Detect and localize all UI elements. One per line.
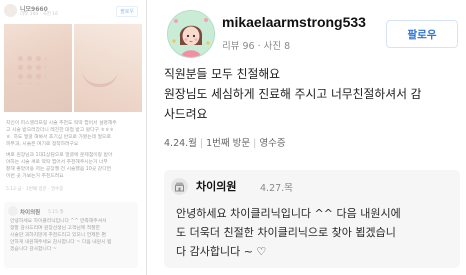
owner-reply-box: 차이의원 5.15.월 안녕하세요 차이클리닉입니다 ^^ 만족해주셔서 정말 … xyxy=(4,202,138,268)
review-text: 벼로 원장님과 1대1상담으로 얼굴에 문제점이랑 받아 야하는 시술 써로 딱… xyxy=(6,153,113,179)
store-icon xyxy=(8,206,18,216)
previous-review-header: 니모9660 리뷰 104 · 사진 16 팔로우 xyxy=(4,4,142,18)
store-icon xyxy=(171,178,188,195)
reply-name[interactable]: 차이의원 xyxy=(196,178,236,194)
review-line: 사드려요 xyxy=(164,107,208,121)
reply-date: 5.15.월 xyxy=(48,210,64,215)
review-photos xyxy=(4,24,142,112)
reply-line: 다 감사합니다 ~ ♡ xyxy=(176,245,267,258)
separator: | xyxy=(253,138,257,149)
avatar-illustration xyxy=(168,11,214,57)
visit-count: 1번째 방문 xyxy=(206,138,251,149)
previous-review-panel: 니모9660 리뷰 104 · 사진 16 팔로우 지인이 피스넬리프링 시술 … xyxy=(0,0,147,275)
reply-name: 차이의원 xyxy=(20,210,41,216)
reply-date: 4.27.목 xyxy=(260,183,293,194)
reviewer-stats: 리뷰 104 · 사진 16 xyxy=(20,12,59,17)
reply-line: 도 더욱더 친절한 차이클리닉으로 찾아 뵙겠습니 xyxy=(176,226,396,239)
reply-line: 안녕하세요 차이클리닉입니다 ^^ 다음 내원시에 xyxy=(176,207,401,220)
review-text: 지인이 피스넬리프링 시술 추천도 딱딱 찝어서 설명해주 고 시술 받으러갔더… xyxy=(6,121,117,147)
visit-date: 4.24.월 xyxy=(164,138,197,149)
store-glyph xyxy=(175,182,184,192)
review-line: 직원분들 모두 친절해요 xyxy=(164,67,281,81)
review-meta: 5.12.금 · 1번째 방문 · 영수증 xyxy=(6,187,64,192)
owner-reply-box: 차이의원 4.27.목 안녕하세요 차이클리닉입니다 ^^ 다음 내원시에 도 … xyxy=(164,170,460,268)
follow-button[interactable]: 팔로우 xyxy=(116,6,138,17)
follow-button[interactable]: 팔로우 xyxy=(386,20,458,48)
review-meta: 4.24.월 | 1번째 방문 | 영수증 xyxy=(164,135,286,149)
review-photo[interactable] xyxy=(74,24,142,112)
reviewer-name[interactable]: mikaelaarmstrong533 xyxy=(222,14,366,30)
review-line: 원장님도 세심하게 진료해 주시고 너무친절하셔서 감 xyxy=(164,87,422,101)
reply-text: 안녕하세요 차이클리닉입니다 ^^ 다음 내원시에 도 더욱더 친절한 차이클리… xyxy=(176,204,456,261)
review-text: 직원분들 모두 친절해요 원장님도 세심하게 진료해 주시고 너무친절하셔서 감… xyxy=(164,64,460,124)
reviewer-stats: 리뷰 96 · 사진 8 xyxy=(222,41,291,52)
avatar[interactable] xyxy=(167,10,215,58)
reply-text: 안녕하세요 차이클리닉입니다 ^^ 만족해주셔서 정말 감사드리며 원장선생님 … xyxy=(10,219,112,252)
avatar[interactable] xyxy=(4,4,17,17)
receipt-badge: 영수증 xyxy=(259,138,286,149)
review-photo[interactable] xyxy=(4,24,72,112)
separator: | xyxy=(199,138,204,149)
